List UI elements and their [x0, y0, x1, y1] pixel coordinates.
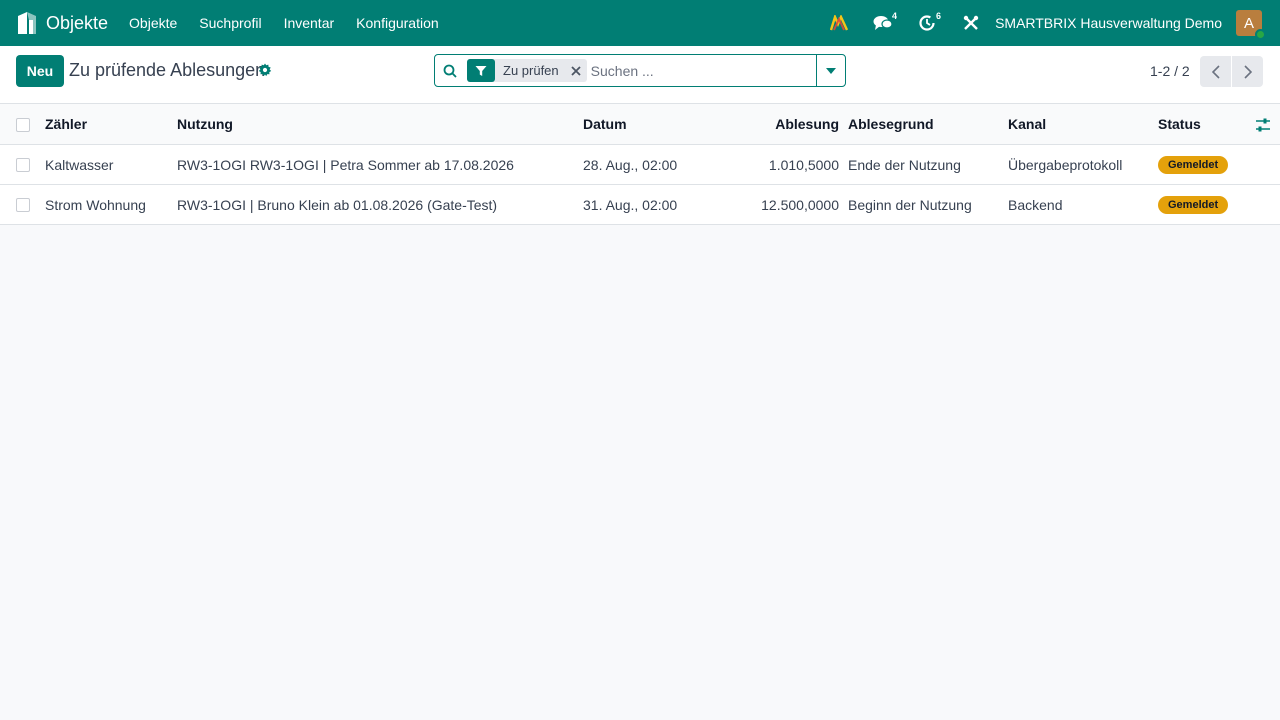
column-header-zaehler[interactable]: Zähler [45, 104, 87, 144]
main-menu: Objekte Suchprofil Inventar Konfiguratio… [118, 0, 450, 46]
chevron-right-icon [1243, 64, 1252, 79]
cell-ablesung: 12.500,0000 [761, 196, 839, 213]
cell-nutzung: RW3-1OGI | Bruno Klein ab 01.08.2026 (Ga… [177, 196, 498, 213]
search-facet[interactable]: Zu prüfen [467, 59, 587, 82]
column-header-datum[interactable]: Datum [583, 104, 627, 144]
column-header-status[interactable]: Status [1158, 104, 1201, 144]
cell-kanal: Übergabeprotokoll [1008, 156, 1123, 173]
messages-icon[interactable]: 4 [868, 0, 898, 46]
cell-zaehler: Kaltwasser [45, 156, 114, 173]
search-icon[interactable] [435, 55, 465, 86]
search-options-toggle[interactable] [816, 55, 845, 86]
menu-item-konfiguration[interactable]: Konfiguration [345, 0, 450, 46]
presence-indicator [1255, 29, 1266, 40]
new-button[interactable]: Neu [16, 55, 64, 87]
column-header-nutzung[interactable]: Nutzung [177, 104, 233, 144]
search-input[interactable] [590, 56, 805, 85]
remove-facet-icon[interactable] [565, 59, 587, 82]
cell-nutzung: RW3-1OGI RW3-1OGI | Petra Sommer ab 17.0… [177, 156, 514, 173]
messages-count: 4 [892, 11, 898, 21]
cell-ablesung: 1.010,5000 [768, 156, 839, 173]
cell-ablesegrund: Beginn der Nutzung [848, 196, 972, 213]
column-header-ablesung[interactable]: Ablesung [700, 104, 839, 144]
chevron-left-icon [1211, 64, 1220, 79]
activities-icon[interactable]: 6 [912, 0, 942, 46]
cell-status: Gemeldet [1158, 185, 1229, 224]
activities-count: 6 [936, 11, 942, 21]
table-header: Zähler Nutzung Datum Ablesung Ablesegrun… [0, 104, 1280, 145]
page-title: Zu prüfende Ablesungen [69, 60, 266, 80]
facet-value: Zu prüfen [503, 63, 559, 78]
apps-icon[interactable] [824, 0, 854, 46]
avatar-initial: A [1243, 14, 1254, 32]
status-badge: Gemeldet [1158, 155, 1229, 174]
cell-zaehler: Strom Wohnung [45, 196, 146, 213]
cell-datum: 31. Aug., 02:00 [583, 196, 678, 213]
cell-datum: 28. Aug., 02:00 [583, 156, 678, 173]
cell-kanal: Backend [1008, 196, 1063, 213]
row-checkbox[interactable] [16, 198, 30, 212]
cell-ablesegrund: Ende der Nutzung [848, 156, 961, 173]
menu-item-objekte[interactable]: Objekte [118, 0, 188, 46]
cell-status: Gemeldet [1158, 145, 1229, 184]
status-badge: Gemeldet [1158, 195, 1229, 214]
column-header-kanal[interactable]: Kanal [1008, 104, 1046, 144]
company-switcher[interactable]: SMARTBRIX Hausverwaltung Demo [995, 15, 1222, 31]
table-row[interactable]: Strom Wohnung RW3-1OGI | Bruno Klein ab … [0, 185, 1280, 225]
gear-icon[interactable] [258, 63, 272, 77]
menu-item-inventar[interactable]: Inventar [273, 0, 346, 46]
column-header-ablesegrund[interactable]: Ablesegrund [848, 104, 934, 144]
menu-item-suchprofil[interactable]: Suchprofil [188, 0, 272, 46]
caret-down-icon [826, 67, 836, 74]
pager-previous-button[interactable] [1200, 56, 1231, 87]
table-row[interactable]: Kaltwasser RW3-1OGI RW3-1OGI | Petra Som… [0, 145, 1280, 185]
pager-next-button[interactable] [1232, 56, 1263, 87]
select-all-checkbox[interactable] [16, 118, 30, 132]
row-checkbox[interactable] [16, 158, 30, 172]
list-table: Zähler Nutzung Datum Ablesung Ablesegrun… [0, 104, 1280, 225]
app-name[interactable]: Objekte [46, 13, 108, 34]
tools-icon[interactable] [956, 0, 986, 46]
user-avatar[interactable]: A [1236, 10, 1266, 40]
systray: 4 6 SMARTBRIX Hausverwaltung Demo A [817, 0, 1280, 46]
control-panel: Neu Zu prüfende Ablesungen Zu prüfen Suc… [0, 46, 1280, 104]
top-navbar: Objekte Objekte Suchprofil Inventar Konf… [0, 0, 1280, 46]
optional-columns-icon[interactable] [1255, 117, 1271, 133]
app-logo-icon[interactable] [10, 0, 44, 46]
pager-value[interactable]: 1-2 / 2 [1150, 63, 1190, 79]
search-bar: Zu prüfen [434, 54, 846, 87]
filter-icon [467, 59, 495, 82]
